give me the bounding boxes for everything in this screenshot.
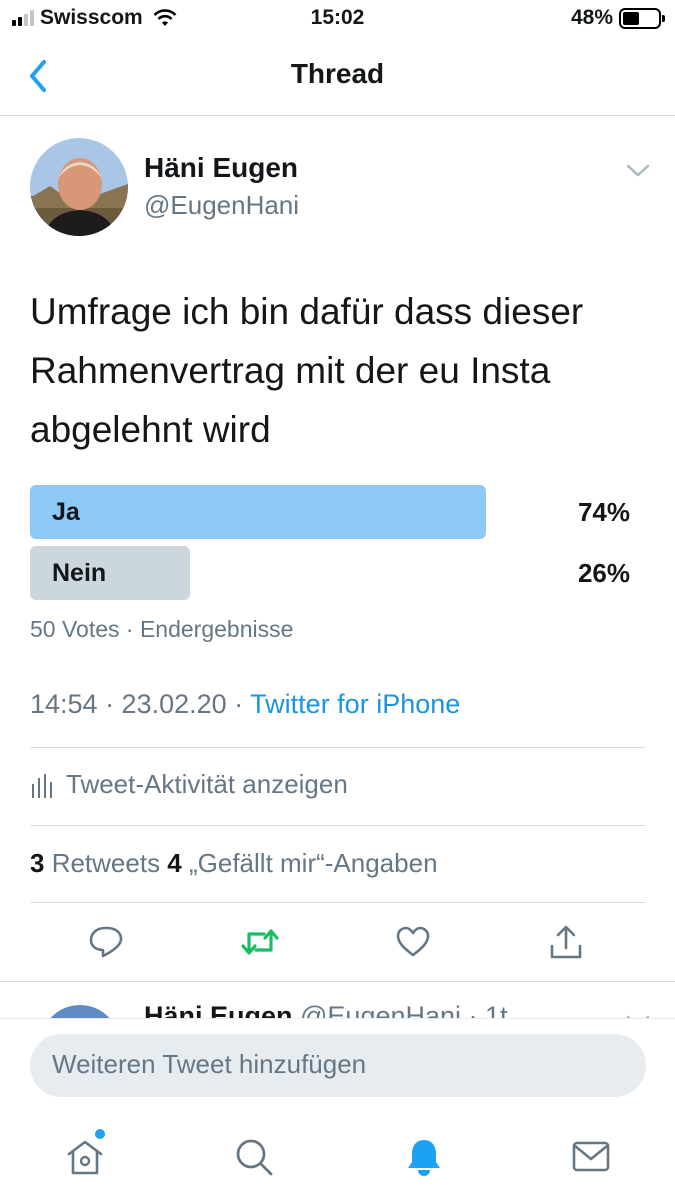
next-tweet-meta: @EugenHani · 1t	[292, 1001, 508, 1019]
tab-messages[interactable]	[569, 1135, 613, 1179]
poll-option-ja: Ja 74%	[30, 485, 630, 539]
tab-bar	[0, 1109, 675, 1200]
poll-option-percent: 26%	[577, 558, 630, 588]
tab-search[interactable]	[232, 1135, 276, 1179]
tweet-stats: 3 Retweets 4 „Gefällt mir“-Angaben	[30, 848, 438, 879]
battery-percent: 48%	[570, 6, 613, 29]
poll-option-label: Nein	[52, 559, 107, 587]
search-icon	[236, 1139, 273, 1176]
retweet-icon	[241, 929, 279, 955]
divider	[30, 825, 645, 826]
retweet-label[interactable]: Retweets	[44, 848, 167, 878]
activity-chart-icon	[32, 773, 52, 798]
page-title: Thread	[290, 58, 385, 89]
tab-home[interactable]	[63, 1129, 107, 1179]
tweet-actions	[0, 922, 675, 968]
notifications-icon	[408, 1140, 440, 1176]
share-icon	[550, 925, 582, 959]
messages-icon	[572, 1141, 610, 1172]
poll-option-nein: Nein 26%	[30, 546, 630, 600]
status-right: 48%	[570, 6, 665, 30]
tweet-text: Umfrage ich bin dafür dass dieser Rahmen…	[30, 291, 584, 450]
avatar-photo	[30, 138, 128, 236]
avatar[interactable]	[30, 138, 128, 236]
tweet-time: 14:54 · 23.02.20 ·	[30, 689, 251, 719]
compose-bar: Weiteren Tweet hinzufügen	[0, 1019, 675, 1109]
chevron-down-icon	[626, 164, 650, 177]
share-button[interactable]	[546, 922, 586, 962]
home-icon	[67, 1140, 103, 1175]
retweet-count[interactable]: 3	[30, 848, 44, 878]
author-name[interactable]: Häni Eugen	[144, 152, 298, 184]
reply-button[interactable]	[86, 922, 126, 962]
divider	[30, 902, 645, 903]
tweet-menu-button[interactable]	[624, 158, 652, 182]
poll-bar	[30, 485, 486, 539]
divider	[30, 747, 645, 748]
like-button[interactable]	[393, 922, 433, 962]
battery-icon	[619, 7, 665, 29]
reply-icon	[89, 926, 123, 958]
retweet-button[interactable]	[240, 922, 280, 962]
poll: Ja 74% Nein 26%	[30, 485, 630, 607]
status-bar: Swisscom 15:02 48%	[0, 0, 675, 38]
author-handle[interactable]: @EugenHani	[144, 190, 299, 221]
nav-bar: Thread	[0, 38, 675, 116]
poll-option-label: Ja	[52, 498, 80, 526]
divider	[0, 981, 675, 982]
tweet-timestamp: 14:54 · 23.02.20 · Twitter for iPhone	[30, 689, 460, 720]
author-name: Häni Eugen	[144, 1001, 293, 1019]
next-tweet-header: Häni Eugen @EugenHani · 1t	[144, 1001, 508, 1019]
like-count[interactable]: 4	[167, 848, 181, 878]
chevron-down-icon[interactable]	[624, 1009, 652, 1019]
avatar[interactable]	[40, 1005, 120, 1019]
add-tweet-input[interactable]: Weiteren Tweet hinzufügen	[30, 1034, 646, 1097]
poll-meta: 50 Votes · Endergebnisse	[30, 616, 294, 642]
next-tweet-preview[interactable]: Häni Eugen @EugenHani · 1t	[0, 983, 675, 1019]
like-icon	[396, 926, 430, 957]
tweet-source-link[interactable]: Twitter for iPhone	[250, 689, 460, 719]
like-label[interactable]: „Gefällt mir“-Angaben	[182, 848, 438, 878]
activity-label: Tweet-Aktivität anzeigen	[66, 769, 348, 799]
new-content-dot	[95, 1129, 105, 1139]
poll-option-percent: 74%	[577, 497, 630, 527]
tab-notifications[interactable]	[402, 1135, 446, 1179]
tweet-activity-link[interactable]: Tweet-Aktivität anzeigen	[30, 769, 348, 800]
